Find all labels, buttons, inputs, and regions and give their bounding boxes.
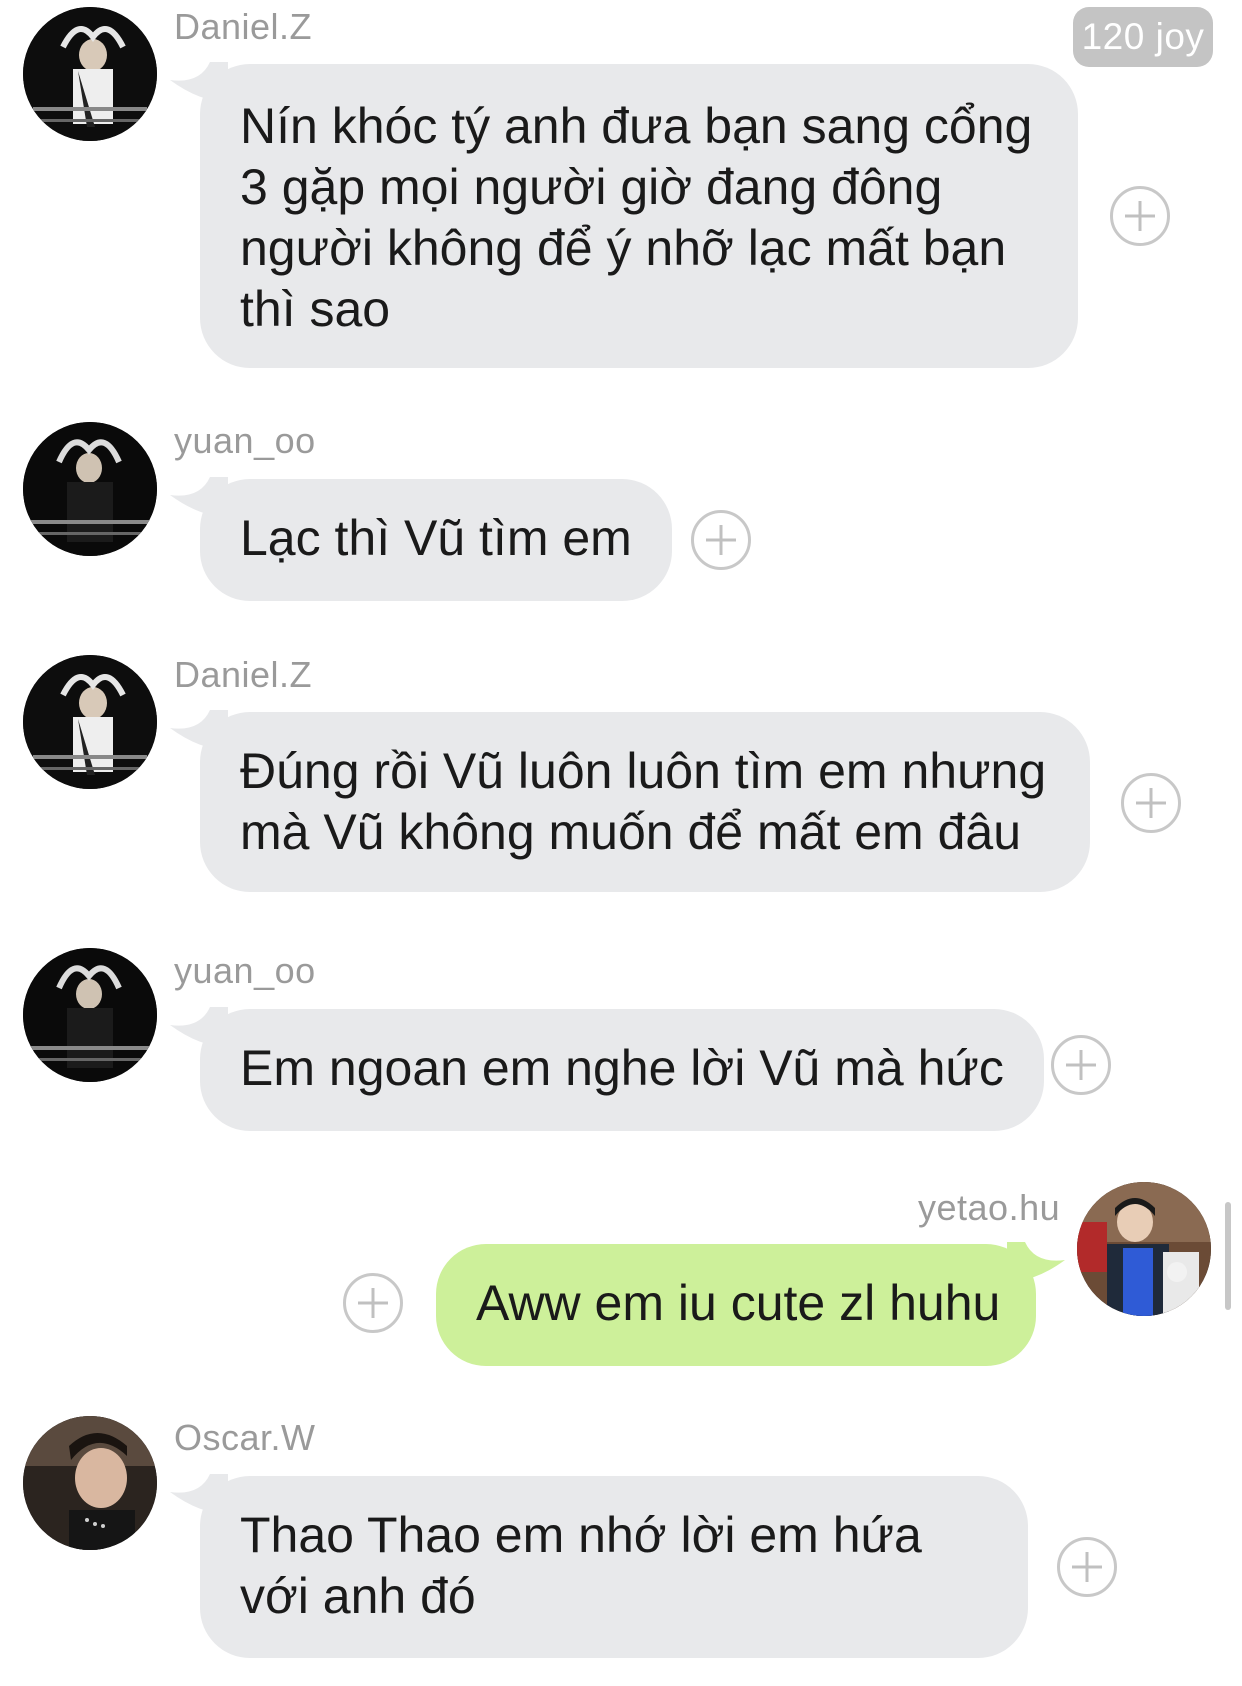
message-row: Oscar.W Thao Thao em nhớ lời em hứa với … [0,1412,1242,1672]
message-bubble[interactable]: Em ngoan em nghe lời Vũ mà hức [200,1009,1044,1131]
message-row: Daniel.Z Nín khóc tý anh đưa bạn sang cổ… [0,0,1242,368]
sender-name: yuan_oo [174,420,316,461]
sender-name: Daniel.Z [174,6,313,47]
message-bubble[interactable]: Nín khóc tý anh đưa bạn sang cổng 3 gặp … [200,64,1078,368]
add-reaction-button[interactable] [1057,1537,1117,1597]
sender-name: yetao.hu [918,1187,1061,1228]
message-row: yuan_oo Lạc thì Vũ tìm em [0,415,1242,615]
message-row: yetao.hu Aww em iu cute zl huhu [0,1180,1242,1380]
message-bubble[interactable]: Thao Thao em nhớ lời em hứa với anh đó [200,1476,1028,1658]
yetao-hu-avatar[interactable] [1077,1182,1211,1316]
oscar-w-avatar[interactable] [23,1416,157,1550]
add-reaction-button[interactable] [1110,186,1170,246]
scrollbar[interactable] [1225,1202,1231,1310]
add-reaction-button[interactable] [343,1273,403,1333]
sender-name: Oscar.W [174,1417,316,1458]
add-reaction-button[interactable] [1121,773,1181,833]
sender-name: Daniel.Z [174,654,313,695]
add-reaction-button[interactable] [1051,1035,1111,1095]
message-bubble[interactable]: Đúng rồi Vũ luôn luôn tìm em nhưng mà Vũ… [200,712,1090,892]
message-row: Daniel.Z Đúng rồi Vũ luôn luôn tìm em nh… [0,648,1242,898]
daniel-z-avatar[interactable] [23,655,157,789]
message-bubble[interactable]: Lạc thì Vũ tìm em [200,479,672,601]
yuan-oo-avatar[interactable] [23,422,157,556]
add-reaction-button[interactable] [691,510,751,570]
sender-name: yuan_oo [174,950,316,991]
yuan-oo-avatar[interactable] [23,948,157,1082]
daniel-z-avatar[interactable] [23,7,157,141]
message-row: yuan_oo Em ngoan em nghe lời Vũ mà hức [0,945,1242,1145]
message-bubble[interactable]: Aww em iu cute zl huhu [436,1244,1036,1366]
